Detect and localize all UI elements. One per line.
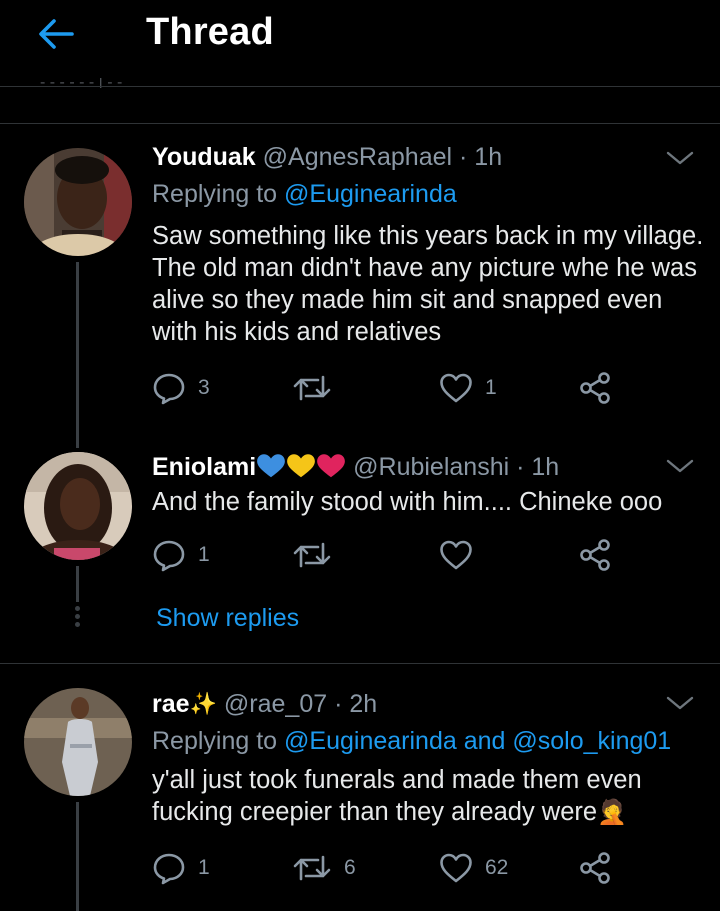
thread-connector [76,566,79,602]
tweet-menu-button[interactable] [664,693,696,713]
red-heart-icon [317,454,346,478]
retweet-button[interactable] [292,535,332,575]
like-button[interactable] [439,535,473,575]
divider [0,123,720,124]
like-icon [440,540,472,570]
tweet-header: Youduak @AgnesRaphael · 1h [152,143,502,172]
reply-icon [153,373,185,405]
tweet-actions: 3 1 [152,368,622,408]
replying-to: Replying to @Euginearinda and @solo_king… [152,727,671,756]
avatar-photo [24,688,132,796]
replying-to: Replying to @Euginearinda [152,180,457,209]
tweet-header: rae✨ @rae_07 · 2h [152,690,377,719]
display-name[interactable]: rae [152,690,190,718]
tweet-text: Saw something like this years back in my… [152,222,704,346]
blue-heart-icon [257,454,286,478]
retweet-button[interactable]: 6 [292,848,356,888]
tweet-menu-button[interactable] [664,148,696,168]
like-icon [440,853,472,883]
reply-icon [153,853,185,885]
handle[interactable]: @AgnesRaphael [263,143,452,171]
retweet-button[interactable] [292,368,344,408]
share-icon [580,539,610,571]
sparkles-emoji: ✨ [189,691,217,716]
thread-connector [76,802,79,911]
like-button[interactable]: 1 [439,368,497,408]
tweet-actions: 1 [152,535,622,575]
display-name[interactable]: Youduak [152,143,256,171]
thread-dot [75,614,80,619]
like-count: 1 [485,376,497,399]
replying-to-label: Replying to [152,180,278,208]
reply-button[interactable]: 1 [152,848,210,888]
tweet-text: And the family stood with him.... Chinek… [152,488,663,516]
retweet-icon [293,855,331,881]
back-arrow-icon [39,19,74,49]
avatar-photo [24,148,132,256]
avatar[interactable] [24,452,132,560]
handle[interactable]: @Rubielanshi [353,453,509,481]
share-icon [580,852,610,884]
thread-dot [75,606,80,611]
mention-link[interactable]: @solo_king01 [512,727,671,755]
divider [0,86,720,87]
retweet-count: 6 [344,856,356,879]
replying-to-label: Replying to [152,727,278,755]
chevron-down-icon [666,459,694,473]
retweet-icon [293,375,331,401]
show-replies-link[interactable]: Show replies [156,604,299,633]
share-button[interactable] [578,848,612,888]
reply-count: 3 [198,376,210,399]
heart-emojis [256,453,346,481]
handle[interactable]: @rae_07 [224,690,327,718]
timestamp: · 2h [334,690,378,718]
back-button[interactable] [34,14,78,54]
yellow-heart-icon [287,454,316,478]
thread-connector [76,262,79,448]
avatar[interactable] [24,148,132,256]
mention-link[interactable]: @Euginearinda [284,727,457,755]
share-button[interactable] [578,368,612,408]
divider [0,663,720,664]
tweet-text-body: y'all just took funerals and made them e… [152,766,642,826]
timestamp: · 1h [459,143,503,171]
avatar[interactable] [24,688,132,796]
display-name[interactable]: Eniolami [152,453,256,481]
mention-link[interactable]: @Euginearinda [284,180,457,208]
thread-dot [75,622,80,627]
reply-button[interactable]: 1 [152,535,210,575]
tweet-menu-button[interactable] [664,456,696,476]
reply-icon [153,540,185,572]
like-icon [440,373,472,403]
share-button[interactable] [578,535,612,575]
avatar-photo [24,452,132,560]
reply-count: 1 [198,856,210,879]
tweet-header: Eniolami @Rubielanshi · 1h [152,453,559,482]
chevron-down-icon [666,696,694,710]
timestamp: · 1h [516,453,560,481]
tweet-text: y'all just took funerals and made them e… [152,764,708,829]
facepalm-emoji: 🤦 [597,799,627,826]
replying-joiner: and [463,727,506,755]
reply-button[interactable]: 3 [152,368,210,408]
top-bar: Thread - - - - - - | - - [0,0,720,88]
thread-page: Thread - - - - - - | - - Youduak @AgnesR… [0,0,720,911]
share-icon [580,372,610,404]
retweet-icon [293,542,331,568]
chevron-down-icon [666,151,694,165]
tweet-actions: 1 6 62 [152,848,622,888]
like-button[interactable]: 62 [439,848,508,888]
page-title: Thread [146,11,274,53]
reply-count: 1 [198,543,210,566]
like-count: 62 [485,856,509,879]
